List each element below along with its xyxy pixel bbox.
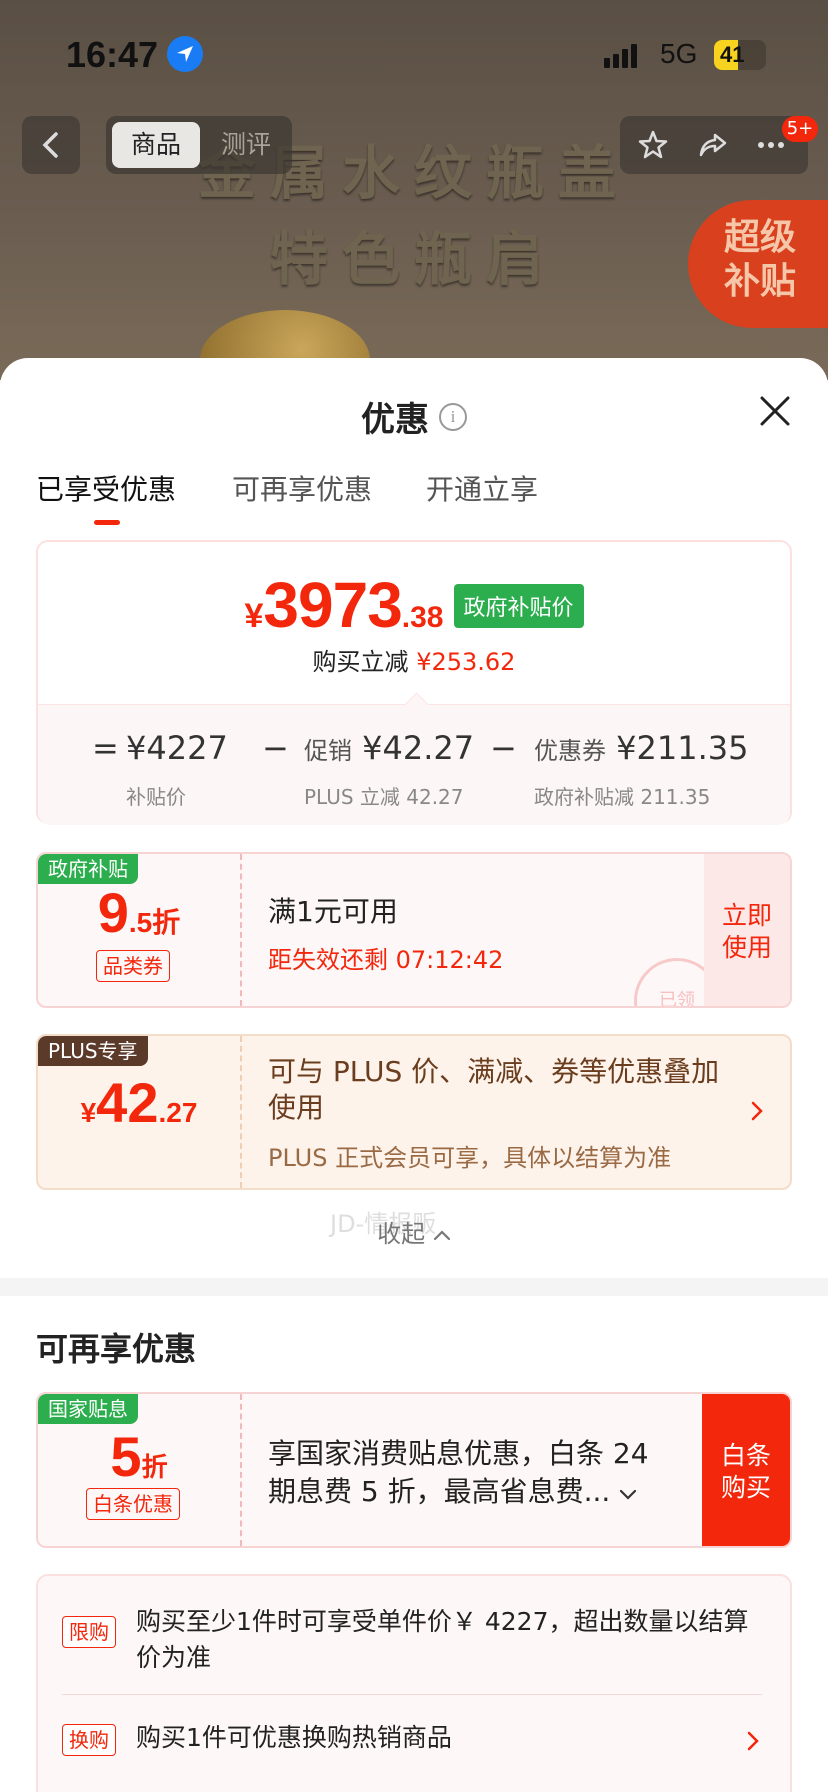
status-time: 16:47 [66,34,159,75]
signal-icon [604,44,637,68]
coupon-countdown: 距失效还剩 07:12:42 [268,946,504,974]
baitiao-line2-text: 期息费 5 折，最高省息费... [268,1475,611,1508]
top-actions [620,116,808,174]
collapse-label: 收起 [377,1220,426,1248]
close-icon[interactable] [758,394,792,428]
back-button[interactable] [22,116,80,174]
plus-coupon: PLUS专享 ¥42.27 可与 PLUS 价、满减、券等优惠叠加使用 PLUS… [36,1034,792,1190]
baitiao-discount: 5折 [38,1424,240,1489]
tab-indicator [94,520,120,525]
plus-note: PLUS 正式会员可享，具体以结算为准 [268,1144,672,1172]
status-bar: 16:47 5G 41 [0,0,828,100]
battery-level: 41 [720,42,745,67]
gov-subsidy-coupon: 政府补贴 9.5折 品类券 满1元可用 距失效还剩 07:12:42 已领 立即… [36,852,792,1008]
chevron-right-icon[interactable] [746,1730,760,1752]
coupon-discount: 9.5折 [38,880,240,945]
reduce-label: 购买立减 [312,648,409,676]
more-icon[interactable] [756,130,786,160]
instant-reduction: 购买立减 ¥253.62 [38,642,790,677]
promo-value: ¥42.27 [362,729,475,767]
coupon-detail: 政府补贴减 211.35 [534,785,711,809]
plus-currency: ¥ [80,1097,97,1128]
coupon-type: 品类券 [96,950,170,982]
discount-tabs: 已享受优惠 可再享优惠 开通立享 [36,468,796,528]
promo-detail: PLUS 立减 42.27 [304,785,464,809]
coupon-tag-national: 国家贴息 [38,1394,138,1424]
plus-discount: ¥42.27 [38,1070,240,1135]
chevron-up-icon [433,1230,450,1241]
plus-small: .27 [158,1097,198,1128]
price-breakdown: = ¥4227 补贴价 − 促销 ¥42.27 PLUS 立减 42.27 − … [38,692,790,825]
limit-text: 购买至少1件时可享受单件价￥ 4227，超出数量以结算价为准 [136,1607,749,1672]
price-decimal: .38 [401,601,444,634]
battery-icon: 41 [714,40,766,70]
info-icon[interactable]: i [439,402,467,431]
purchase-rules-list: 限购 购买至少1件时可享受单件价￥ 4227，超出数量以结算价为准 换购 购买1… [36,1574,792,1792]
breakdown-pointer [404,692,429,717]
baitiao-big: 5 [110,1425,142,1488]
star-icon[interactable] [638,130,668,160]
discount-sheet: 优惠 i 已享受优惠 可再享优惠 开通立享 ¥3973.38 政府补贴价 购买立减 … [0,358,828,1792]
sheet-header: 优惠 i [0,392,828,441]
discount-big: 9 [97,881,129,944]
final-price: ¥3973.38 政府补贴价 [38,568,790,642]
limit-tag: 限购 [62,1616,116,1648]
equals-sign: = [92,729,119,767]
coupon-amount: 优惠券 ¥211.35 [534,729,749,767]
sheet-title: 优惠 [361,400,429,440]
exchange-text: 购买1件可优惠换购热销商品 [136,1723,452,1752]
section-divider [0,1278,828,1296]
price-currency: ¥ [244,597,264,635]
collapse-button[interactable]: 收起 [0,1214,828,1249]
plus-description: 可与 PLUS 价、满减、券等优惠叠加使用 [268,1055,720,1124]
tab-product[interactable]: 商品 [112,122,200,168]
final-price-card: ¥3973.38 政府补贴价 购买立减 ¥253.62 = ¥4227 补贴价 −… [36,540,792,825]
baitiao-line1: 享国家消费贴息优惠，白条 24 [268,1437,649,1470]
minus-sign-2: − [490,729,517,767]
coupon-left: 政府补贴 9.5折 品类券 [38,854,242,1006]
coupon-condition: 满1元可用 [268,895,398,928]
coupon-left: 国家贴息 5折 白条优惠 [38,1394,242,1546]
promo-amount: 促销 ¥42.27 [304,729,474,767]
baitiao-type: 白条优惠 [86,1488,180,1520]
baitiao-line2: 期息费 5 折，最高省息费... [268,1470,637,1510]
use-now-button[interactable]: 立即 使用 [704,854,790,1006]
baitiao-coupon: 国家贴息 5折 白条优惠 享国家消费贴息优惠，白条 24 期息费 5 折，最高省… [36,1392,792,1548]
coupon-label: 优惠券 [534,737,606,765]
coupon-tag-plus: PLUS专享 [38,1036,148,1066]
coupon-value: ¥211.35 [616,729,749,767]
location-icon [167,36,203,72]
promo-label: 促销 [304,737,352,765]
network-type: 5G [660,38,698,69]
tab-enjoyed[interactable]: 已享受优惠 [36,468,176,508]
discount-small: .5折 [128,907,181,938]
message-badge: 5+ [782,116,818,142]
more-discounts-title: 可再享优惠 [36,1330,197,1368]
tab-review[interactable]: 测评 [204,122,288,168]
chevron-right-icon[interactable] [750,1100,764,1122]
baitiao-small: 折 [141,1452,168,1482]
exchange-tag: 换购 [62,1724,116,1756]
tab-open[interactable]: 开通立享 [426,468,538,508]
product-review-switch: 商品 测评 [106,116,292,174]
coupon-left: PLUS专享 ¥42.27 [38,1036,242,1188]
reduce-amount: ¥253.62 [416,648,516,676]
minus-sign-1: − [262,729,289,767]
plus-big: 42 [96,1071,159,1134]
tab-more[interactable]: 可再享优惠 [232,468,372,508]
base-price: ¥4227 [126,729,228,767]
super-subsidy-banner[interactable]: 超级 补贴 [688,200,828,328]
base-price-label: 补贴价 [126,785,186,809]
chevron-down-icon[interactable] [619,1489,637,1501]
price-integer: 3973 [263,569,402,641]
list-divider [62,1694,762,1695]
gov-subsidy-price-tag: 政府补贴价 [453,584,584,628]
share-icon[interactable] [698,130,728,160]
baitiao-buy-button[interactable]: 白条 购买 [702,1394,790,1546]
